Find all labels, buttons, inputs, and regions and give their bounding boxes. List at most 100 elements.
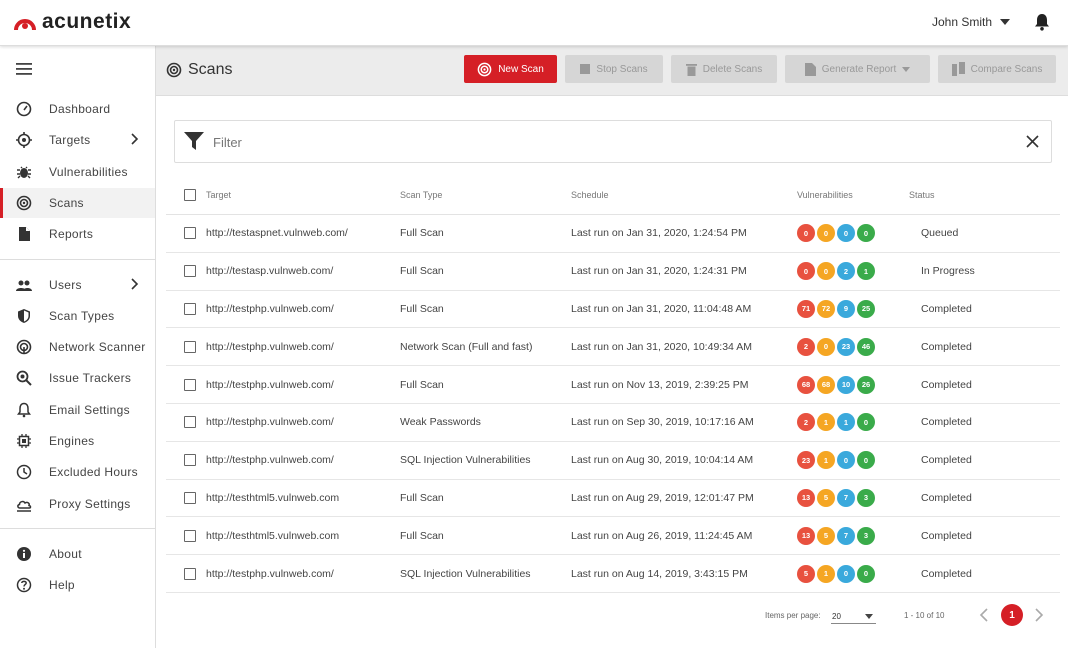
sidebar-item-label: Proxy Settings <box>49 497 131 511</box>
delete-scans-button[interactable]: Delete Scans <box>671 55 777 83</box>
status-badge: In Progress <box>921 265 975 278</box>
severity-badge-info: 0 <box>857 451 875 470</box>
row-checkbox[interactable] <box>184 491 196 504</box>
target-url-link[interactable]: http://testphp.vulnweb.com/ <box>206 568 334 580</box>
new-scan-button[interactable]: New Scan <box>464 55 557 83</box>
scan-type: Weak Passwords <box>400 416 481 429</box>
table-row[interactable]: http://testaspnet.vulnweb.com/Full Scan L… <box>166 215 1060 253</box>
row-checkbox[interactable] <box>184 529 196 542</box>
severity-badge-medium: 1 <box>817 564 835 583</box>
row-checkbox[interactable] <box>184 227 196 240</box>
info-icon <box>17 547 31 561</box>
sidebar-item-engines[interactable]: Engines <box>0 426 155 456</box>
target-url-link[interactable]: http://testhtml5.vulnweb.com <box>206 492 339 504</box>
sidebar-item-scans[interactable]: Scans <box>0 188 155 218</box>
select-all-checkbox[interactable] <box>184 188 196 201</box>
table-row[interactable]: http://testphp.vulnweb.com/Network Scan … <box>166 328 1060 367</box>
table-row[interactable]: http://testphp.vulnweb.com/SQL Injection… <box>166 555 1060 593</box>
table-row[interactable]: http://testphp.vulnweb.com/SQL Injection… <box>166 442 1060 480</box>
chevron-left-icon[interactable] <box>978 607 990 623</box>
sidebar-item-targets[interactable]: Targets <box>0 125 155 155</box>
delete-scans-label: Delete Scans <box>702 63 763 75</box>
sidebar-item-scan-types[interactable]: Scan Types <box>0 301 155 331</box>
row-checkbox[interactable] <box>184 416 196 429</box>
radar-icon <box>16 195 32 211</box>
stop-scans-button[interactable]: Stop Scans <box>565 55 663 83</box>
severity-badge-low: 9 <box>837 299 855 318</box>
vulnerability-counts: 68 68 10 26 <box>797 375 875 394</box>
severity-badge-low: 0 <box>837 564 855 583</box>
status-badge: Completed <box>921 454 972 467</box>
target-url-link[interactable]: http://testphp.vulnweb.com/ <box>206 416 334 428</box>
sidebar-item-email-settings[interactable]: Email Settings <box>0 395 155 425</box>
target-url-link[interactable]: http://testphp.vulnweb.com/ <box>206 341 334 353</box>
row-checkbox[interactable] <box>184 567 196 580</box>
compare-scans-button[interactable]: Compare Scans <box>938 55 1056 83</box>
table-row[interactable]: http://testphp.vulnweb.com/Weak Password… <box>166 404 1060 442</box>
row-checkbox[interactable] <box>184 340 196 353</box>
table-row[interactable]: http://testphp.vulnweb.com/Full Scan Last… <box>166 366 1060 404</box>
sidebar-item-issue-trackers[interactable]: Issue Trackers <box>0 363 155 393</box>
generate-report-button[interactable]: Generate Report <box>785 55 930 83</box>
target-url-link[interactable]: http://testaspnet.vulnweb.com/ <box>206 227 348 239</box>
row-checkbox[interactable] <box>184 454 196 467</box>
target-url-link[interactable]: http://testasp.vulnweb.com/ <box>206 265 333 277</box>
sidebar-item-label: Scan Types <box>49 309 115 323</box>
severity-badge-high: 2 <box>797 337 815 356</box>
current-page-button[interactable]: 1 <box>1001 604 1023 626</box>
column-header-status[interactable]: Status <box>909 190 935 200</box>
table-row[interactable]: http://testphp.vulnweb.com/Full Scan Last… <box>166 291 1060 329</box>
brand-logo[interactable]: acunetix <box>14 10 131 34</box>
column-header-vulnerabilities[interactable]: Vulnerabilities <box>797 190 853 200</box>
items-per-page-select[interactable]: 20 <box>831 607 876 624</box>
severity-badge-info: 3 <box>857 488 875 507</box>
notifications-bell-icon[interactable] <box>1034 13 1050 31</box>
severity-badge-info: 1 <box>857 262 875 281</box>
target-url-link[interactable]: http://testphp.vulnweb.com/ <box>206 454 334 466</box>
close-icon[interactable] <box>1026 135 1039 148</box>
sidebar-item-excluded-hours[interactable]: Excluded Hours <box>0 457 155 487</box>
row-checkbox[interactable] <box>184 378 196 391</box>
stop-scans-label: Stop Scans <box>596 63 648 75</box>
severity-badge-medium: 1 <box>817 451 835 470</box>
row-checkbox[interactable] <box>184 265 196 278</box>
schedule: Last run on Aug 29, 2019, 12:01:47 PM <box>571 491 754 504</box>
new-scan-label: New Scan <box>498 63 544 75</box>
column-header-schedule[interactable]: Schedule <box>571 190 609 200</box>
top-bar: acunetix John Smith <box>0 0 1068 46</box>
row-checkbox[interactable] <box>184 302 196 315</box>
sidebar-item-dashboard[interactable]: Dashboard <box>0 94 155 124</box>
table-row[interactable]: http://testhtml5.vulnweb.com Full Scan Las… <box>166 480 1060 518</box>
sidebar-item-label: Issue Trackers <box>49 371 132 385</box>
table-header: Target Scan Type Schedule Vulnerabilitie… <box>166 175 1060 215</box>
sidebar-item-proxy-settings[interactable]: Proxy Settings <box>0 489 155 519</box>
pagination-range: 1 - 10 of 10 <box>904 611 945 620</box>
chevron-right-icon[interactable] <box>1033 607 1045 623</box>
severity-badge-medium: 0 <box>817 224 835 243</box>
sidebar-item-users[interactable]: Users <box>0 270 155 300</box>
sidebar-item-reports[interactable]: Reports <box>0 219 155 249</box>
magnifier-icon <box>16 370 32 386</box>
stop-icon <box>580 64 591 74</box>
table-body: http://testaspnet.vulnweb.com/Full Scan L… <box>166 215 1060 593</box>
user-name: John Smith <box>931 15 992 29</box>
table-row[interactable]: http://testasp.vulnweb.com/Full Scan Last… <box>166 253 1060 291</box>
sidebar-item-help[interactable]: Help <box>0 570 155 600</box>
user-menu[interactable]: John Smith <box>932 15 1010 29</box>
status-badge: Completed <box>921 529 972 542</box>
scan-type: Network Scan (Full and fast) <box>400 340 533 353</box>
target-url-link[interactable]: http://testphp.vulnweb.com/ <box>206 379 334 391</box>
column-header-target[interactable]: Target <box>206 190 231 200</box>
hamburger-menu-icon[interactable] <box>16 63 32 75</box>
target-url-link[interactable]: http://testhtml5.vulnweb.com <box>206 530 339 542</box>
filter-funnel-icon <box>184 132 204 150</box>
column-header-scan-type[interactable]: Scan Type <box>400 190 442 200</box>
scan-type: Full Scan <box>400 491 444 504</box>
filter-bar[interactable]: Filter <box>174 120 1052 163</box>
scans-table: Target Scan Type Schedule Vulnerabilitie… <box>166 175 1060 593</box>
sidebar-item-about[interactable]: About <box>0 539 155 569</box>
sidebar-item-vulnerabilities[interactable]: Vulnerabilities <box>0 157 155 187</box>
target-url-link[interactable]: http://testphp.vulnweb.com/ <box>206 303 334 315</box>
table-row[interactable]: http://testhtml5.vulnweb.com Full Scan Las… <box>166 517 1060 556</box>
sidebar-item-network-scanner[interactable]: Network Scanner <box>0 332 155 362</box>
